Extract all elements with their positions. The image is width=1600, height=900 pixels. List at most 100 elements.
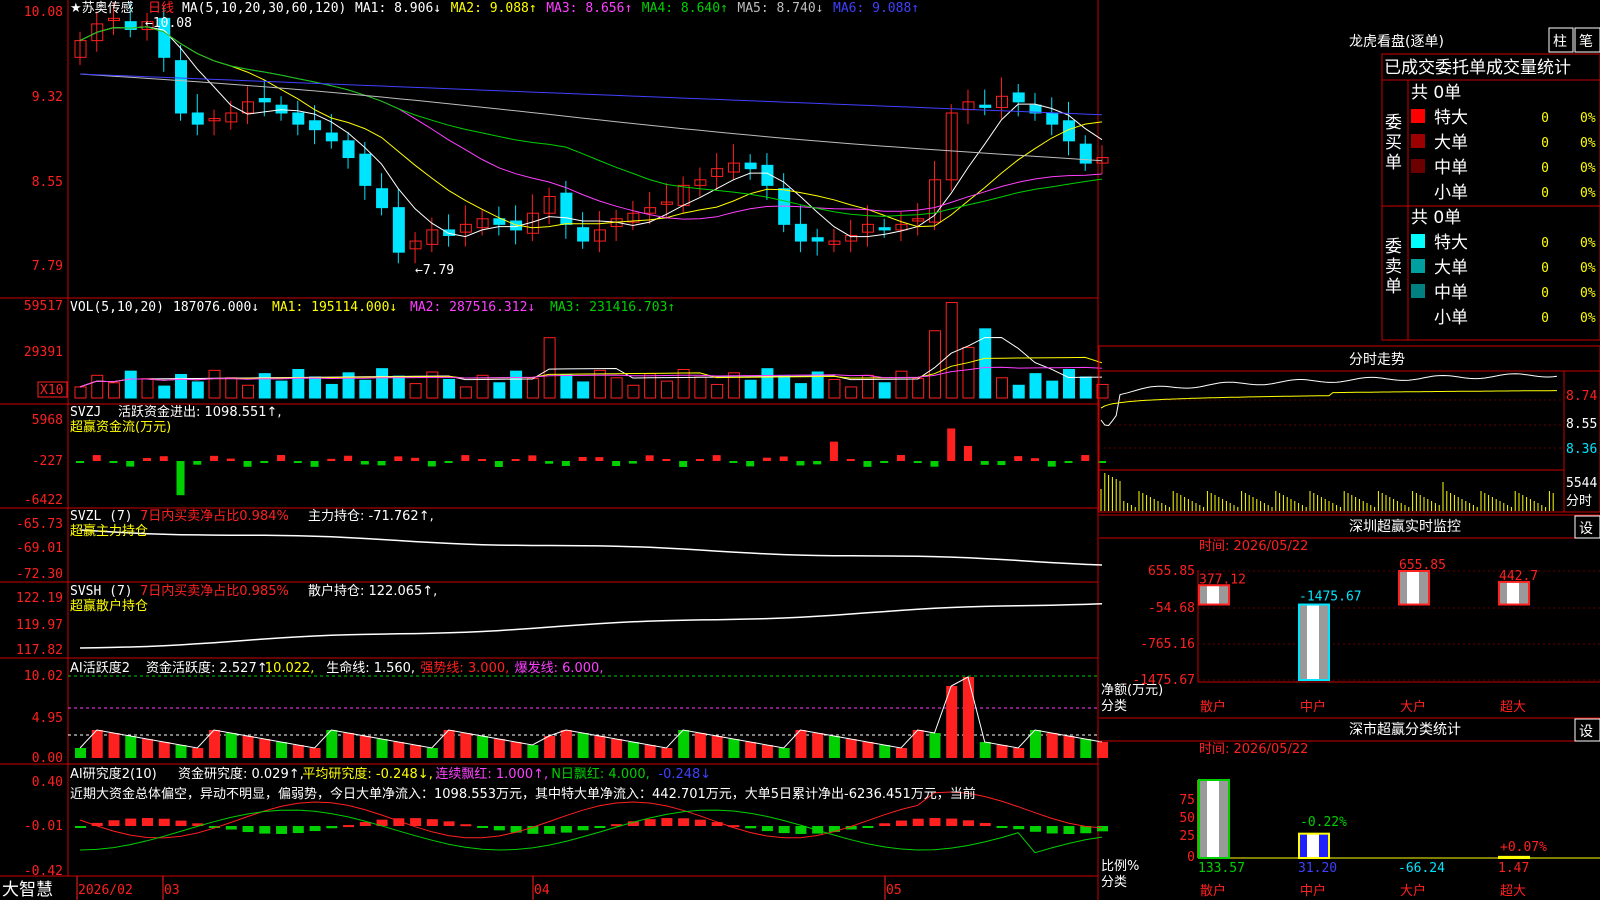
candle[interactable] bbox=[811, 237, 824, 242]
activity-bar[interactable] bbox=[225, 733, 237, 758]
activity-bar[interactable] bbox=[962, 677, 974, 758]
research-bar[interactable] bbox=[661, 818, 673, 826]
activity-bar[interactable] bbox=[594, 736, 606, 758]
volume-bar[interactable] bbox=[191, 381, 204, 399]
flow-bar[interactable] bbox=[963, 445, 972, 461]
volume-bar[interactable] bbox=[962, 346, 975, 399]
volume-bar[interactable] bbox=[124, 370, 137, 399]
candle[interactable] bbox=[258, 98, 271, 103]
class-bar[interactable] bbox=[1498, 855, 1530, 859]
flow-bar[interactable] bbox=[561, 461, 570, 466]
research-bar[interactable] bbox=[158, 818, 170, 826]
volume-bar[interactable] bbox=[1029, 373, 1042, 399]
monitor-bar[interactable] bbox=[1398, 570, 1430, 606]
flow-bar[interactable] bbox=[444, 461, 453, 463]
candle[interactable] bbox=[392, 207, 405, 253]
research-bar[interactable] bbox=[946, 818, 958, 826]
activity-bar[interactable] bbox=[1046, 733, 1058, 758]
flow-bar[interactable] bbox=[628, 461, 637, 464]
candle[interactable] bbox=[794, 223, 807, 242]
activity-bar[interactable] bbox=[142, 739, 154, 758]
research-bar[interactable] bbox=[778, 826, 790, 834]
flow-bar[interactable] bbox=[813, 461, 822, 465]
research-bar[interactable] bbox=[711, 822, 723, 826]
flow-bar[interactable] bbox=[612, 461, 621, 467]
activity-bar[interactable] bbox=[812, 733, 824, 758]
activity-bar[interactable] bbox=[611, 739, 623, 758]
activity-bar[interactable] bbox=[879, 745, 891, 758]
flow-bar[interactable] bbox=[1047, 461, 1056, 467]
flow-bar[interactable] bbox=[1014, 456, 1023, 461]
research-bar[interactable] bbox=[979, 822, 991, 826]
flow-bar[interactable] bbox=[394, 456, 403, 461]
volume-bar[interactable] bbox=[577, 381, 590, 399]
flow-bar[interactable] bbox=[1081, 455, 1090, 461]
activity-bar[interactable] bbox=[192, 748, 204, 758]
flow-bar[interactable] bbox=[930, 461, 939, 467]
flow-bar[interactable] bbox=[712, 455, 721, 461]
activity-bar[interactable] bbox=[996, 745, 1008, 758]
activity-bar[interactable] bbox=[175, 745, 187, 758]
volume-bar[interactable] bbox=[158, 385, 171, 399]
activity-bar[interactable] bbox=[410, 745, 422, 758]
activity-bar[interactable] bbox=[1080, 739, 1092, 758]
flow-bar[interactable] bbox=[762, 457, 771, 461]
activity-bar[interactable] bbox=[728, 739, 740, 758]
flow-bar[interactable] bbox=[679, 461, 688, 467]
activity-bar[interactable] bbox=[761, 745, 773, 758]
research-bar[interactable] bbox=[644, 819, 656, 826]
activity-bar[interactable] bbox=[343, 733, 355, 758]
flow-bar[interactable] bbox=[226, 458, 235, 461]
research-bar[interactable] bbox=[694, 819, 706, 826]
volume-bar[interactable] bbox=[108, 382, 121, 399]
candle[interactable] bbox=[342, 140, 355, 159]
period-label[interactable]: 日线 bbox=[148, 1, 174, 16]
volume-bar[interactable] bbox=[1012, 384, 1025, 399]
flow-bar[interactable] bbox=[494, 461, 503, 467]
activity-bar[interactable] bbox=[828, 736, 840, 758]
flow-bar[interactable] bbox=[779, 456, 788, 461]
volume-bar[interactable] bbox=[845, 386, 858, 399]
activity-bar[interactable] bbox=[477, 736, 489, 758]
research-bar[interactable] bbox=[326, 826, 338, 829]
research-bar[interactable] bbox=[443, 821, 455, 826]
candle[interactable] bbox=[292, 112, 305, 125]
activity-bar[interactable] bbox=[292, 745, 304, 758]
flow-bar[interactable] bbox=[461, 455, 470, 461]
class-bar[interactable] bbox=[1298, 832, 1330, 860]
activity-bar[interactable] bbox=[276, 742, 288, 758]
research-bar[interactable] bbox=[560, 826, 572, 833]
flow-bar[interactable] bbox=[997, 461, 1006, 466]
research-bar[interactable] bbox=[745, 826, 757, 829]
activity-bar[interactable] bbox=[862, 742, 874, 758]
volume-bar[interactable] bbox=[74, 386, 87, 399]
flow-bar[interactable] bbox=[695, 459, 704, 461]
flow-bar[interactable] bbox=[293, 461, 302, 463]
activity-bar[interactable] bbox=[560, 730, 572, 758]
flow-bar[interactable] bbox=[846, 459, 855, 461]
volume-bar[interactable] bbox=[359, 379, 372, 399]
volume-bar[interactable] bbox=[526, 378, 539, 399]
volume-bar[interactable] bbox=[610, 377, 623, 399]
research-bar[interactable] bbox=[242, 826, 254, 833]
research-bar[interactable] bbox=[510, 826, 522, 833]
volume-bar[interactable] bbox=[476, 374, 489, 399]
volume-bar[interactable] bbox=[292, 369, 305, 399]
volume-bar[interactable] bbox=[995, 377, 1008, 399]
flow-bar[interactable] bbox=[729, 461, 738, 463]
flow-bar[interactable] bbox=[913, 461, 922, 463]
activity-bar[interactable] bbox=[845, 739, 857, 758]
activity-bar[interactable] bbox=[711, 736, 723, 758]
volume-bar[interactable] bbox=[543, 337, 556, 399]
flow-bar[interactable] bbox=[545, 461, 554, 464]
flow-bar[interactable] bbox=[327, 458, 336, 461]
research-bar[interactable] bbox=[1046, 826, 1058, 834]
research-bar[interactable] bbox=[142, 818, 154, 826]
flow-bar[interactable] bbox=[896, 455, 905, 461]
activity-bar[interactable] bbox=[1013, 748, 1025, 758]
research-bar[interactable] bbox=[862, 826, 874, 828]
flow-bar[interactable] bbox=[109, 461, 118, 463]
activity-bar[interactable] bbox=[527, 745, 539, 758]
flow-bar[interactable] bbox=[578, 456, 587, 461]
candle[interactable] bbox=[325, 132, 338, 142]
